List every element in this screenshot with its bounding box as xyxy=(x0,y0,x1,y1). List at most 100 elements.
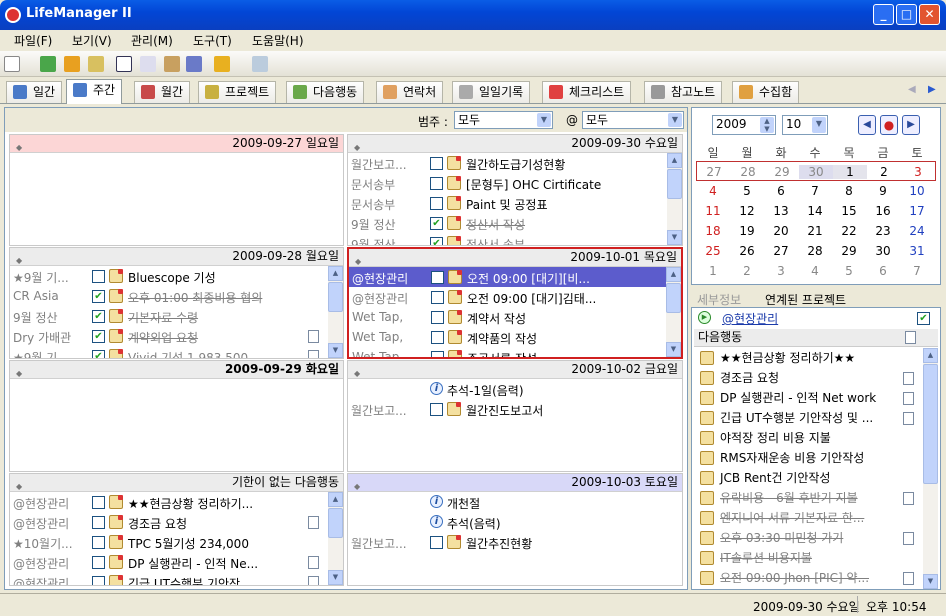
project-link[interactable]: @현장관리 xyxy=(722,310,778,327)
list-item[interactable]: 오전 09:00 Jhon [PIC] 약... xyxy=(694,568,920,588)
calendar-icon[interactable] xyxy=(116,56,132,72)
tab-details[interactable]: 세부정보 xyxy=(697,291,741,308)
day-cell-sunday[interactable]: ◆ 2009-09-27 일요일 xyxy=(9,134,344,246)
task-checkbox[interactable] xyxy=(430,157,443,170)
calendar-day[interactable]: 7 xyxy=(798,184,832,198)
day-cell-friday[interactable]: ◆ 2009-10-02 금요일 i 추석-1일(음력) 월간보고... 월간진도보고… xyxy=(347,360,683,472)
task-checkbox[interactable] xyxy=(430,536,443,549)
menu-tools[interactable]: 도구(T) xyxy=(193,32,232,49)
calendar-day[interactable]: 27 xyxy=(697,165,731,179)
calendar-day[interactable]: 18 xyxy=(696,224,730,238)
calendar-day[interactable]: 17 xyxy=(900,204,934,218)
list-item[interactable]: 긴급 UT수행분 기안작성 및 ... xyxy=(694,408,920,428)
list-item[interactable]: @현장관리 오전 09:00 [대기]김태... xyxy=(349,287,681,307)
list-item[interactable]: Dry 가배관 ✔ 계약외업 요청 xyxy=(10,326,343,346)
calendar-day[interactable]: 15 xyxy=(832,204,866,218)
tab-project[interactable]: 프로젝트 xyxy=(198,81,277,103)
new-document-icon[interactable] xyxy=(4,56,20,72)
list-item[interactable]: 월간보고... 월간하도급기성현황 xyxy=(348,153,682,173)
task-checkbox[interactable] xyxy=(430,197,443,210)
task-checkbox[interactable] xyxy=(431,311,444,324)
calendar-day[interactable]: 29 xyxy=(765,165,799,179)
search-icon[interactable] xyxy=(252,56,268,72)
calendar-day[interactable]: 1 xyxy=(696,264,730,278)
calendar-day[interactable]: 31 xyxy=(900,244,934,258)
today-button[interactable]: ● xyxy=(880,115,898,135)
calendar-day[interactable]: 1 xyxy=(833,165,867,179)
list-item[interactable]: Wet Tap 주공서류 작성 xyxy=(349,347,681,357)
list-item[interactable]: 9월 정산 ✔ 정산서 송부 xyxy=(348,233,682,245)
list-item[interactable]: @현장관리 DP 실행관리 - 인적 Ne... xyxy=(10,552,343,572)
scrollbar[interactable]: ▲ ▼ xyxy=(923,348,938,589)
calendar-day[interactable]: 8 xyxy=(832,184,866,198)
task-checkbox[interactable] xyxy=(92,516,105,529)
list-item[interactable]: 유락비용 - 6월 후반기 지불 xyxy=(694,488,920,508)
import-icon[interactable] xyxy=(40,56,56,72)
no-deadline-actions[interactable]: ◆ 기한이 없는 다음행동 @현장관리 ★★현금상황 정리하기... @현장관리 경조… xyxy=(9,473,344,586)
tab-scroll-left-icon[interactable]: ◀ xyxy=(908,84,916,95)
task-checkbox[interactable] xyxy=(92,536,105,549)
calendar-day[interactable]: 9 xyxy=(866,184,900,198)
list-item[interactable]: 오후 03:30 미민청 가기 xyxy=(694,528,920,548)
calendar-day[interactable]: 16 xyxy=(866,204,900,218)
task-checkbox[interactable] xyxy=(431,291,444,304)
calendar-day[interactable]: 3 xyxy=(764,264,798,278)
tab-next-action[interactable]: 다음행동 xyxy=(286,81,365,103)
calendar-day[interactable]: 3 xyxy=(901,165,935,179)
calendar-day[interactable]: 30 xyxy=(866,244,900,258)
list-item[interactable]: ★★현금상황 정리하기★★ xyxy=(694,348,920,368)
menu-view[interactable]: 보기(V) xyxy=(72,32,112,49)
tab-reference-notes[interactable]: 참고노트 xyxy=(644,81,723,103)
list-item[interactable]: IT솔루션 비용지불 xyxy=(694,548,920,568)
task-checkbox[interactable] xyxy=(431,331,444,344)
day-cell-wednesday[interactable]: ◆ 2009-09-30 수요일 월간보고... 월간하도급기성현황 문서송부 [문형… xyxy=(347,134,683,246)
note-icon[interactable] xyxy=(164,56,180,72)
task-checkbox[interactable] xyxy=(92,556,105,569)
task-checkbox[interactable]: ✔ xyxy=(430,237,443,245)
list-item[interactable]: 문서송부 Paint 및 공정표 xyxy=(348,193,682,213)
list-item[interactable]: 엔지니어 서류 기본자료 한... xyxy=(694,508,920,528)
scrollbar[interactable]: ▲ ▼ xyxy=(666,267,681,357)
tab-monthly[interactable]: 월간 xyxy=(134,81,191,103)
tab-contacts[interactable]: 연락처 xyxy=(376,81,444,103)
context-select[interactable]: 모두 ▼ xyxy=(582,111,684,129)
tree-icon[interactable] xyxy=(140,56,156,72)
prev-month-button[interactable]: ◀ xyxy=(858,115,876,135)
list-item[interactable]: RMS자재운송 비용 기안작성 xyxy=(694,448,920,468)
calendar-day[interactable]: 6 xyxy=(866,264,900,278)
project-checkbox[interactable]: ✔ xyxy=(917,312,930,325)
list-item[interactable]: @현장관리 오전 09:00 [대기][비... xyxy=(349,267,681,287)
task-checkbox[interactable] xyxy=(92,496,105,509)
calendar-day[interactable]: 12 xyxy=(730,204,764,218)
tab-daily[interactable]: 일간 xyxy=(6,81,63,103)
task-checkbox[interactable]: ✔ xyxy=(92,330,105,343)
settings-icon[interactable] xyxy=(186,56,202,72)
list-item[interactable]: 문서송부 [문형두] OHC Cirtificate xyxy=(348,173,682,193)
calendar-day[interactable]: 2 xyxy=(867,165,901,179)
task-checkbox[interactable] xyxy=(431,271,444,284)
calendar-day[interactable]: 13 xyxy=(764,204,798,218)
calendar-day[interactable]: 5 xyxy=(832,264,866,278)
calendar-day[interactable]: 22 xyxy=(832,224,866,238)
list-item[interactable]: ★9월 기 ✔ Vivid 기성 1,983,500 xyxy=(10,346,343,358)
menu-manage[interactable]: 관리(M) xyxy=(131,32,173,49)
list-item[interactable]: 야적장 정리 비용 지불 xyxy=(694,428,920,448)
task-checkbox[interactable]: ✔ xyxy=(92,310,105,323)
calendar-day[interactable]: 11 xyxy=(696,204,730,218)
tab-daily-log[interactable]: 일일기록 xyxy=(452,81,531,103)
list-item[interactable]: 9월 정산 ✔ 기본자료 수령 xyxy=(10,306,343,326)
day-cell-tuesday[interactable]: ◆ 2009-09-29 화요일 xyxy=(9,360,344,472)
close-button[interactable]: ✕ xyxy=(919,4,940,25)
menu-file[interactable]: 파일(F) xyxy=(14,32,52,49)
list-item[interactable]: JCB Rent건 기안작성 xyxy=(694,468,920,488)
next-month-button[interactable]: ▶ xyxy=(902,115,920,135)
year-spinner[interactable]: 2009 ▲ ▼ xyxy=(712,115,776,135)
calendar-day[interactable]: 28 xyxy=(731,165,765,179)
calendar-day[interactable]: 21 xyxy=(798,224,832,238)
list-item[interactable]: 월간보고... 월간진도보고서 xyxy=(348,399,682,419)
calendar-day[interactable]: 19 xyxy=(730,224,764,238)
task-checkbox[interactable] xyxy=(92,270,105,283)
day-cell-thursday[interactable]: ◆ 2009-10-01 목요일 @현장관리 오전 09:00 [대기][비... … xyxy=(347,247,683,359)
day-cell-monday[interactable]: ◆ 2009-09-28 월요일 ★9월 기... Bluescope 기성 CR … xyxy=(9,247,344,359)
app-icon[interactable] xyxy=(5,7,21,23)
